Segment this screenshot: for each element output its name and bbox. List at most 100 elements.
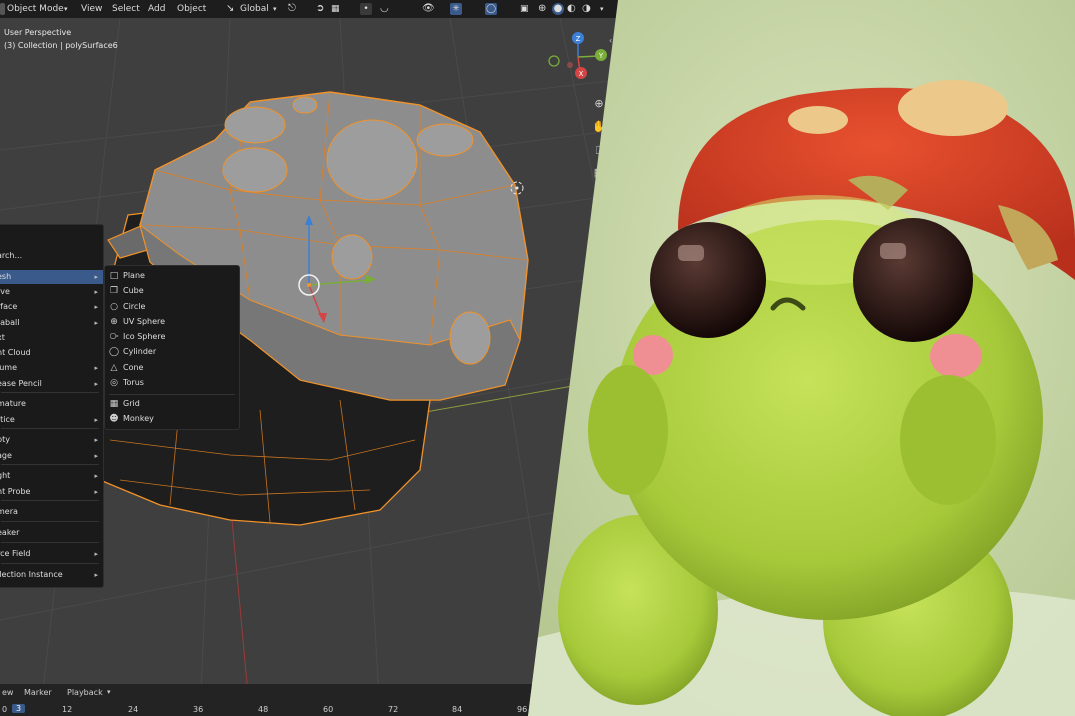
mesh-item-uv-sphere[interactable]: ⊕ UV Sphere <box>105 315 239 329</box>
mesh-item-cone[interactable]: △ Cone <box>105 361 239 375</box>
add-menu-item-label: lume <box>0 363 18 372</box>
mesh-item-plane[interactable]: □ Plane <box>105 269 239 283</box>
menu-select[interactable]: Select <box>112 0 140 18</box>
add-menu-item-speaker[interactable]: eaker <box>0 526 103 540</box>
add-menu-item-mesh[interactable]: esh ▸ <box>0 270 103 284</box>
mesh-item-label: Cone <box>123 363 144 372</box>
transform-orientation-icon[interactable]: ↘ <box>226 0 234 18</box>
mesh-item-torus[interactable]: ◎ Torus <box>105 376 239 390</box>
view-name: User Perspective <box>4 28 72 37</box>
blender-viewport[interactable]: Object Mode ▾ View Select Add Object ↘ G… <box>0 0 618 716</box>
mesh-item-ico-sphere[interactable]: ⧂ Ico Sphere <box>105 330 239 344</box>
character-right-arm <box>900 375 996 505</box>
mesh-item-cube[interactable]: ❐ Cube <box>105 284 239 298</box>
submenu-arrow-icon: ▸ <box>94 319 98 327</box>
submenu-arrow-icon: ▸ <box>94 488 98 496</box>
shading-material-icon[interactable]: ◐ <box>567 0 576 18</box>
cylinder-icon: ◯ <box>109 347 120 357</box>
add-menu-item-armature[interactable]: mature <box>0 397 103 411</box>
submenu-arrow-icon: ▸ <box>94 571 98 579</box>
add-menu-item-label: ease Pencil <box>0 379 42 388</box>
add-menu-item-image[interactable]: age ▸ <box>0 449 103 463</box>
timeline-menu-playback[interactable]: Playback <box>67 688 103 697</box>
menu-divider <box>1 521 99 522</box>
add-menu-item-label: mature <box>0 399 26 408</box>
add-menu-item-label: age <box>0 451 12 460</box>
menu-divider <box>1 392 99 393</box>
mesh-item-grid[interactable]: ▦ Grid <box>105 397 239 411</box>
navigation-gizmo[interactable]: Z Y X <box>548 32 607 79</box>
submenu-arrow-icon: ▸ <box>94 364 98 372</box>
menu-add[interactable]: Add <box>148 0 165 18</box>
menu-divider <box>1 428 99 429</box>
add-menu-item-label: ttice <box>0 415 15 424</box>
proportional-edit-icon[interactable]: • <box>360 3 372 15</box>
rendered-character-image <box>528 0 1075 716</box>
add-menu-item-light[interactable]: ght ▸ <box>0 469 103 483</box>
add-menu-item-camera[interactable]: mera <box>0 505 103 519</box>
add-menu-item-empty[interactable]: pty ▸ <box>0 433 103 447</box>
playback-chevron-down-icon[interactable]: ▾ <box>107 688 111 696</box>
shading-wireframe-icon[interactable]: ⊕ <box>538 0 546 18</box>
mesh-item-label: Grid <box>123 399 140 408</box>
add-menu-item-text[interactable]: xt <box>0 331 103 345</box>
add-menu-item-label: taball <box>0 318 20 327</box>
shading-options-chevron-down-icon[interactable]: ▾ <box>600 0 604 18</box>
add-menu-item-grease-pencil[interactable]: ease Pencil ▸ <box>0 377 103 391</box>
submenu-arrow-icon: ▸ <box>94 472 98 480</box>
add-menu-item-point-cloud[interactable]: nt Cloud <box>0 346 103 360</box>
cone-icon: △ <box>110 363 118 373</box>
mesh-item-label: Cylinder <box>123 347 157 356</box>
visibility-eye-icon[interactable]: 👁 <box>422 0 435 18</box>
circle-icon: ○ <box>110 302 118 312</box>
shading-solid-icon[interactable]: ● <box>552 3 564 15</box>
add-menu-item-surface[interactable]: rface ▸ <box>0 300 103 314</box>
gizmo-toggle-icon[interactable]: ✳ <box>450 3 462 15</box>
add-menu-item-curve[interactable]: rve ▸ <box>0 285 103 299</box>
sidebar-toggle-chevron-icon[interactable]: ‹ <box>609 36 612 45</box>
transform-orientation-dropdown[interactable]: Global <box>240 0 269 18</box>
add-menu-search[interactable]: arch... <box>0 249 103 263</box>
add-menu-item-label: ght <box>0 471 11 480</box>
submenu-arrow-icon: ▸ <box>94 452 98 460</box>
snap-icon[interactable]: ➲ <box>316 0 324 18</box>
gizmo-x-label: X <box>579 70 584 78</box>
add-menu-item-metaball[interactable]: taball ▸ <box>0 316 103 330</box>
mode-dropdown[interactable]: Object Mode <box>7 0 64 18</box>
mesh-item-monkey[interactable]: ☻ Monkey <box>105 412 239 426</box>
mesh-item-cylinder[interactable]: ◯ Cylinder <box>105 345 239 359</box>
add-menu-item-light-probe[interactable]: ht Probe ▸ <box>0 485 103 499</box>
timeline-menu-marker[interactable]: Marker <box>24 688 52 697</box>
add-menu-item-label: nt Cloud <box>0 348 31 357</box>
uv-sphere-icon: ⊕ <box>110 317 118 327</box>
add-menu-item-force-field[interactable]: rce Field ▸ <box>0 547 103 561</box>
character-right-cheek <box>930 334 982 378</box>
timeline-tick: 48 <box>258 705 269 714</box>
add-menu-item-collection-instance[interactable]: llection Instance ▸ <box>0 568 103 582</box>
mesh-item-label: Plane <box>123 271 145 280</box>
transform-orientation-chevron-down-icon[interactable]: ▾ <box>273 0 277 18</box>
menu-view[interactable]: View <box>81 0 102 18</box>
add-menu-item-volume[interactable]: lume ▸ <box>0 361 103 375</box>
mesh-item-label: UV Sphere <box>123 317 166 326</box>
mesh-item-label: Torus <box>123 378 144 387</box>
add-menu-item-label: eaker <box>0 528 20 537</box>
timeline-tick: 84 <box>452 705 463 714</box>
shading-rendered-icon[interactable]: ◑ <box>582 0 591 18</box>
mesh-item-circle[interactable]: ○ Circle <box>105 300 239 314</box>
add-menu-item-lattice[interactable]: ttice ▸ <box>0 413 103 427</box>
mode-dropdown-chevron-down-icon[interactable]: ▾ <box>64 0 68 18</box>
submenu-arrow-icon: ▸ <box>94 273 98 281</box>
menu-object[interactable]: Object <box>177 0 206 18</box>
falloff-icon[interactable]: ◡ <box>380 0 389 18</box>
timeline-menu-view[interactable]: ew <box>2 688 13 697</box>
timeline-current-frame[interactable]: 3 <box>12 704 26 713</box>
pivot-icon[interactable]: ⎋ <box>288 0 296 18</box>
snap-target-icon[interactable]: ▦ <box>331 0 340 18</box>
overlay-toggle-icon[interactable]: ◯ <box>485 3 497 15</box>
xray-toggle-icon[interactable]: ▣ <box>520 0 529 18</box>
menu-divider <box>1 563 99 564</box>
add-menu: arch... esh ▸ rve ▸ rface ▸ taball ▸ xt nt C… <box>0 224 104 588</box>
monkey-icon: ☻ <box>109 414 119 424</box>
mesh-item-label: Cube <box>123 286 144 295</box>
